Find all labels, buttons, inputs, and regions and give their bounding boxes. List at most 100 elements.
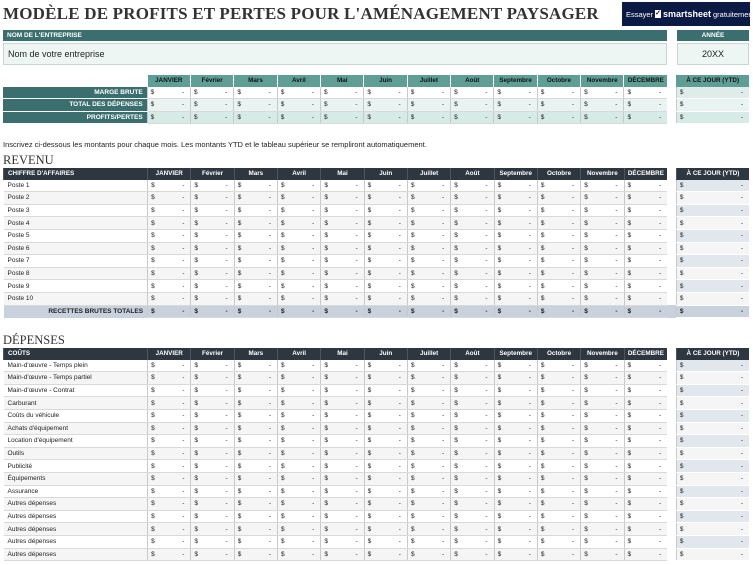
- amount-cell[interactable]: $ -: [623, 459, 668, 473]
- amount-cell[interactable]: $ -: [450, 548, 495, 562]
- amount-cell[interactable]: $ -: [190, 359, 235, 373]
- amount-cell[interactable]: $ -: [276, 548, 321, 562]
- amount-cell[interactable]: $ -: [276, 422, 321, 436]
- amount-cell[interactable]: $ -: [233, 459, 278, 473]
- amount-cell[interactable]: $ -: [580, 229, 624, 243]
- amount-cell[interactable]: $ -: [320, 434, 365, 448]
- expense-row-label[interactable]: Achats d'équipement: [3, 422, 148, 436]
- amount-cell[interactable]: $ -: [147, 204, 191, 218]
- amount-cell[interactable]: $ -: [493, 305, 538, 319]
- amount-cell[interactable]: $ -: [276, 409, 321, 423]
- amount-cell[interactable]: $ -: [536, 510, 581, 524]
- amount-cell[interactable]: $ -: [623, 305, 668, 319]
- amount-cell[interactable]: $ -: [450, 216, 495, 230]
- revenue-row-label[interactable]: Poste 8: [3, 267, 148, 281]
- expense-row-label[interactable]: Autres dépenses: [3, 522, 148, 536]
- amount-cell[interactable]: $ -: [580, 459, 624, 473]
- amount-cell[interactable]: $ -: [276, 447, 321, 461]
- revenue-row-label[interactable]: Poste 10: [3, 292, 148, 306]
- amount-cell[interactable]: $ -: [190, 422, 235, 436]
- amount-cell[interactable]: $ -: [276, 359, 321, 373]
- amount-cell[interactable]: $ -: [147, 434, 191, 448]
- amount-cell[interactable]: $ -: [493, 447, 538, 461]
- amount-cell[interactable]: $ -: [320, 459, 365, 473]
- amount-cell[interactable]: $ -: [450, 359, 495, 373]
- amount-cell[interactable]: $ -: [580, 522, 624, 536]
- amount-cell[interactable]: $ -: [580, 242, 624, 256]
- expense-row-label[interactable]: Autres dépenses: [3, 510, 148, 524]
- amount-cell[interactable]: $ -: [363, 472, 408, 486]
- amount-cell[interactable]: $ -: [190, 267, 235, 281]
- amount-cell[interactable]: $ -: [493, 242, 538, 256]
- amount-cell[interactable]: $ -: [147, 535, 191, 549]
- amount-cell[interactable]: $ -: [363, 191, 408, 205]
- amount-cell[interactable]: $ -: [450, 111, 494, 125]
- amount-cell[interactable]: $ -: [363, 359, 408, 373]
- amount-cell[interactable]: $ -: [190, 522, 235, 536]
- amount-cell[interactable]: $ -: [363, 422, 408, 436]
- amount-cell[interactable]: $ -: [450, 371, 495, 385]
- amount-cell[interactable]: $ -: [233, 522, 278, 536]
- amount-cell[interactable]: $ -: [536, 267, 581, 281]
- amount-cell[interactable]: $ -: [580, 191, 624, 205]
- expense-row-label[interactable]: Autres dépenses: [3, 548, 148, 562]
- amount-cell[interactable]: $ -: [493, 434, 538, 448]
- amount-cell[interactable]: $ -: [233, 98, 278, 112]
- amount-cell[interactable]: $ -: [493, 204, 538, 218]
- amount-cell[interactable]: $ -: [406, 472, 451, 486]
- amount-cell[interactable]: $ -: [623, 111, 668, 125]
- amount-cell[interactable]: $ -: [363, 204, 408, 218]
- amount-cell[interactable]: $ -: [580, 267, 624, 281]
- amount-cell[interactable]: $ -: [233, 254, 278, 268]
- amount-cell[interactable]: $ -: [450, 422, 495, 436]
- amount-cell[interactable]: $ -: [450, 447, 495, 461]
- expense-row-label[interactable]: Autres dépenses: [3, 535, 148, 549]
- amount-cell[interactable]: $ -: [363, 447, 408, 461]
- amount-cell[interactable]: $ -: [493, 254, 538, 268]
- amount-cell[interactable]: $ -: [580, 497, 624, 511]
- amount-cell[interactable]: $ -: [406, 267, 451, 281]
- amount-cell[interactable]: $ -: [536, 485, 581, 499]
- amount-cell[interactable]: $ -: [450, 86, 494, 100]
- amount-cell[interactable]: $ -: [147, 422, 191, 436]
- amount-cell[interactable]: $ -: [276, 472, 321, 486]
- amount-cell[interactable]: $ -: [493, 98, 538, 112]
- amount-cell[interactable]: $ -: [190, 409, 235, 423]
- revenue-row-label[interactable]: Poste 2: [3, 191, 148, 205]
- amount-cell[interactable]: $ -: [320, 191, 365, 205]
- amount-cell[interactable]: $ -: [233, 548, 278, 562]
- amount-cell[interactable]: $ -: [623, 242, 668, 256]
- amount-cell[interactable]: $ -: [320, 548, 365, 562]
- amount-cell[interactable]: $ -: [450, 242, 495, 256]
- amount-cell[interactable]: $ -: [623, 485, 668, 499]
- amount-cell[interactable]: $ -: [190, 396, 235, 410]
- amount-cell[interactable]: $ -: [320, 267, 365, 281]
- amount-cell[interactable]: $ -: [493, 409, 538, 423]
- amount-cell[interactable]: $ -: [580, 472, 624, 486]
- amount-cell[interactable]: $ -: [536, 305, 581, 319]
- amount-cell[interactable]: $ -: [233, 292, 278, 306]
- amount-cell[interactable]: $ -: [450, 305, 495, 319]
- amount-cell[interactable]: $ -: [580, 510, 624, 524]
- amount-cell[interactable]: $ -: [493, 111, 538, 125]
- amount-cell[interactable]: $ -: [536, 111, 581, 125]
- amount-cell[interactable]: $ -: [580, 98, 624, 112]
- amount-cell[interactable]: $ -: [147, 447, 191, 461]
- amount-cell[interactable]: $ -: [493, 522, 538, 536]
- amount-cell[interactable]: $ -: [363, 510, 408, 524]
- amount-cell[interactable]: $ -: [147, 497, 191, 511]
- amount-cell[interactable]: $ -: [536, 497, 581, 511]
- company-name-field[interactable]: Nom de votre entreprise: [3, 43, 667, 65]
- amount-cell[interactable]: $ -: [363, 216, 408, 230]
- amount-cell[interactable]: $ -: [536, 422, 581, 436]
- amount-cell[interactable]: $ -: [233, 396, 278, 410]
- expense-row-label[interactable]: Main-d'œuvre - Temps plein: [3, 359, 148, 373]
- amount-cell[interactable]: $ -: [493, 279, 538, 293]
- amount-cell[interactable]: $ -: [320, 485, 365, 499]
- amount-cell[interactable]: $ -: [450, 191, 495, 205]
- amount-cell[interactable]: $ -: [320, 522, 365, 536]
- amount-cell[interactable]: $ -: [406, 497, 451, 511]
- amount-cell[interactable]: $ -: [406, 216, 451, 230]
- amount-cell[interactable]: $ -: [580, 422, 624, 436]
- amount-cell[interactable]: $ -: [147, 292, 191, 306]
